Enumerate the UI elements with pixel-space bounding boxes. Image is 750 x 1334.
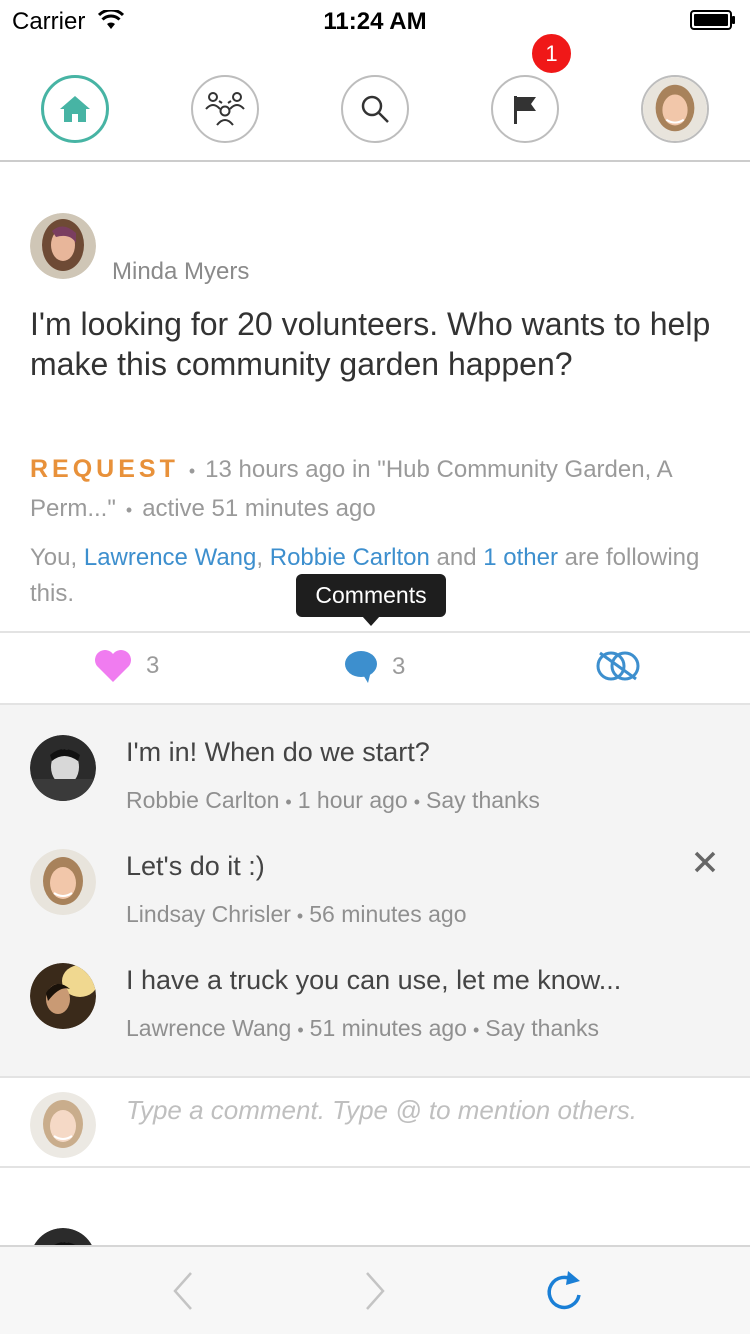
comment-avatar[interactable] xyxy=(30,963,96,1029)
home-icon xyxy=(60,96,90,122)
clock: 11:24 AM xyxy=(323,8,427,35)
follower-link-lawrence[interactable]: Lawrence Wang xyxy=(84,544,257,571)
separator-dot: • xyxy=(296,906,304,926)
forward-button[interactable] xyxy=(355,1269,395,1313)
nav-profile-avatar[interactable] xyxy=(641,75,709,143)
reload-button[interactable] xyxy=(544,1269,584,1313)
nav-groups-button[interactable] xyxy=(191,75,259,143)
follower-link-robbie[interactable]: Robbie Carlton xyxy=(270,544,430,571)
followers-prefix: You, xyxy=(30,544,78,571)
browser-toolbar xyxy=(0,1245,750,1334)
comment-text: I have a truck you can use, let me know.… xyxy=(126,965,622,995)
comment-count: 3 xyxy=(392,653,406,680)
comment-time: 56 minutes ago xyxy=(309,901,467,927)
separator-dot: • xyxy=(413,792,421,812)
comment-item: I have a truck you can use, let me know.… xyxy=(0,933,750,1047)
comment-input[interactable] xyxy=(126,1090,726,1130)
user-avatar xyxy=(30,1092,96,1158)
comment-meta: Robbie Carlton • 1 hour ago • Say thanks xyxy=(126,787,540,814)
separator-dot: • xyxy=(125,500,133,520)
post-title: I'm looking for 20 volunteers. Who wants… xyxy=(30,306,711,382)
like-count: 3 xyxy=(146,652,160,679)
user-avatar xyxy=(643,77,707,141)
back-arrow-icon xyxy=(173,1272,192,1310)
flag-icon xyxy=(514,96,536,124)
heart-icon xyxy=(95,650,131,682)
like-button[interactable]: 3 xyxy=(94,649,159,683)
comment-time: 1 hour ago xyxy=(297,787,408,813)
commenter-avatar-image xyxy=(30,849,96,915)
comments-list: I'm in! When do we start? Robbie Carlton… xyxy=(0,705,750,1078)
search-icon xyxy=(361,95,389,123)
notification-badge: 1 xyxy=(530,32,573,75)
comment-item: I'm in! When do we start? Robbie Carlton… xyxy=(0,705,750,819)
separator-dot: • xyxy=(188,461,196,481)
nav-search-button[interactable] xyxy=(341,75,409,143)
commenter-avatar-image xyxy=(30,735,96,801)
say-thanks-link[interactable]: Say thanks xyxy=(485,1015,599,1041)
post-action-bar: 3 3 xyxy=(0,631,750,705)
separator-dot: • xyxy=(285,792,292,812)
comment-text: Let's do it :) xyxy=(126,851,265,881)
delete-comment-icon[interactable] xyxy=(692,849,718,875)
comment-time: 51 minutes ago xyxy=(309,1015,467,1041)
back-button[interactable] xyxy=(163,1269,203,1313)
follower-link-others[interactable]: 1 other xyxy=(483,544,558,571)
comment-meta: Lindsay Chrisler • 56 minutes ago xyxy=(126,901,467,928)
comment-meta: Lawrence Wang • 51 minutes ago • Say thanks xyxy=(126,1015,599,1042)
post-activity: active 51 minutes ago xyxy=(142,495,376,522)
status-bar: Carrier 11:24 AM xyxy=(0,0,750,40)
post-type-label[interactable]: REQUEST xyxy=(30,455,179,483)
comment-author[interactable]: Lawrence Wang xyxy=(126,1015,291,1041)
followers-separator: , xyxy=(256,544,264,571)
top-nav xyxy=(0,40,750,162)
comment-item: Let's do it :) Lindsay Chrisler • 56 minut… xyxy=(0,819,750,933)
followers-and: and xyxy=(436,544,477,571)
unfollow-button[interactable] xyxy=(594,649,642,683)
separator-dot: • xyxy=(472,1020,480,1040)
commenter-avatar-image xyxy=(30,963,96,1029)
comment-avatar[interactable] xyxy=(30,849,96,915)
post-meta: REQUEST • 13 hours ago in "Hub Community G… xyxy=(30,450,730,529)
comment-bubble-icon xyxy=(345,651,377,683)
comments-tooltip: Comments xyxy=(296,574,446,617)
post-author-name[interactable]: Minda Myers xyxy=(112,258,249,286)
author-avatar-image xyxy=(30,213,96,279)
nav-home-button[interactable] xyxy=(41,75,109,143)
comment-text: I'm in! When do we start? xyxy=(126,737,430,767)
battery-icon xyxy=(690,10,735,30)
comment-author[interactable]: Robbie Carlton xyxy=(126,787,279,813)
say-thanks-link[interactable]: Say thanks xyxy=(426,787,540,813)
separator-dot: • xyxy=(297,1020,304,1040)
comment-composer xyxy=(0,1078,750,1168)
comment-avatar[interactable] xyxy=(30,735,96,801)
tooltip-arrow xyxy=(362,616,380,626)
unfollow-icon xyxy=(596,651,640,681)
composer-avatar xyxy=(30,1092,96,1158)
forward-arrow-icon xyxy=(366,1272,385,1310)
post-author-avatar[interactable] xyxy=(30,213,96,279)
comment-author[interactable]: Lindsay Chrisler xyxy=(126,901,291,927)
nav-notifications-button[interactable] xyxy=(491,75,559,143)
reload-icon xyxy=(547,1271,581,1310)
groups-icon xyxy=(205,92,245,126)
comment-button[interactable]: 3 xyxy=(344,649,405,685)
